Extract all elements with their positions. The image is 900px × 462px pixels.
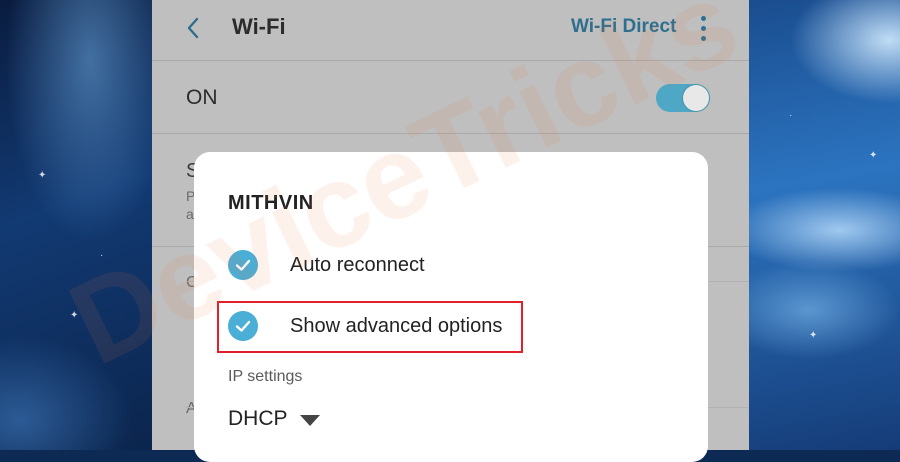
check-circle-icon[interactable]: [228, 311, 258, 341]
more-vertical-icon[interactable]: [700, 16, 708, 42]
star-icon: ·: [789, 110, 793, 121]
auto-reconnect-option[interactable]: Auto reconnect: [228, 250, 668, 282]
ip-mode-value: DHCP: [228, 407, 288, 430]
hidden-row-sub: a: [186, 206, 194, 222]
page-title: Wi-Fi: [232, 14, 286, 39]
wifi-toggle-label: ON: [186, 86, 218, 109]
divider: [152, 133, 749, 134]
star-icon: ✦: [809, 330, 818, 341]
wallpaper-right: ✦ ✦ ·: [749, 0, 900, 450]
check-circle-icon[interactable]: [228, 250, 258, 280]
app-bar: Wi-Fi Wi-Fi Direct: [152, 0, 749, 60]
auto-reconnect-label: Auto reconnect: [290, 254, 425, 276]
star-icon: ✦: [70, 310, 79, 321]
star-icon: ✦: [869, 150, 878, 161]
show-advanced-options-option[interactable]: Show advanced options: [228, 311, 668, 343]
wifi-toggle-switch[interactable]: [656, 84, 710, 112]
ip-settings-label: IP settings: [228, 368, 303, 385]
wifi-direct-button[interactable]: Wi-Fi Direct: [571, 16, 676, 38]
wallpaper-left: ✦ ✦ ·: [0, 0, 152, 450]
star-icon: ·: [100, 250, 104, 261]
dropdown-arrow-icon[interactable]: [300, 415, 320, 426]
toggle-knob: [683, 85, 709, 111]
network-dialog: MITHVIN Auto reconnect Show advanced opt…: [194, 152, 708, 462]
dialog-title: MITHVIN: [228, 192, 314, 214]
show-advanced-options-label: Show advanced options: [290, 315, 503, 337]
chevron-left-icon[interactable]: [182, 16, 206, 40]
star-icon: ✦: [38, 170, 47, 181]
divider: [152, 60, 749, 61]
ip-settings-dropdown[interactable]: DHCP: [228, 405, 348, 435]
